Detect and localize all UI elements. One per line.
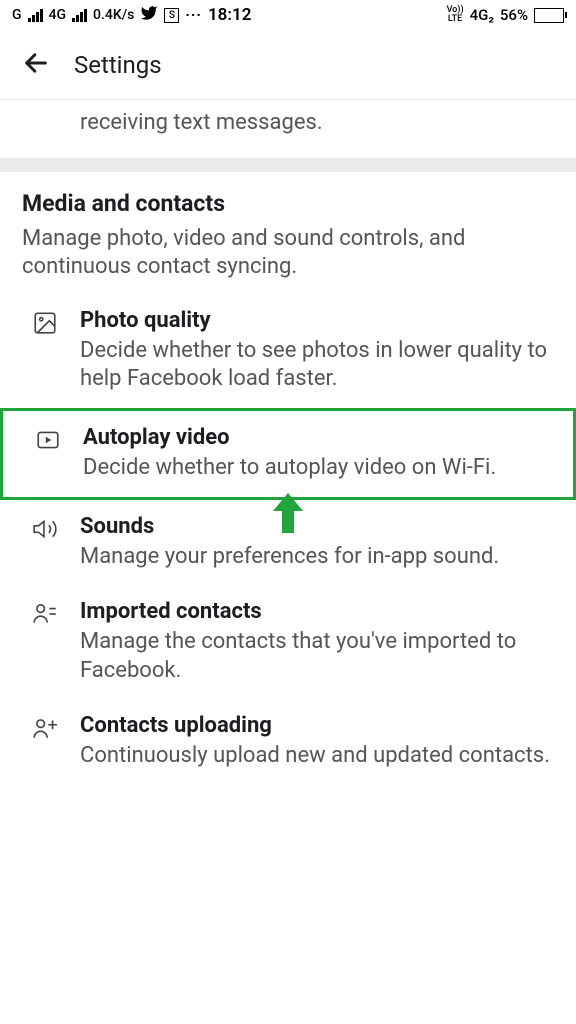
- speaker-icon: [32, 514, 62, 546]
- page-title: Settings: [74, 51, 162, 79]
- partial-text: receiving text messages.: [80, 110, 323, 135]
- section-description: Manage photo, video and sound controls, …: [22, 225, 554, 282]
- clock-label: 18:12: [208, 5, 251, 25]
- row-description: Decide whether to see photos in lower qu…: [80, 337, 554, 394]
- row-description: Manage your preferences for in-app sound…: [80, 543, 554, 572]
- row-title: Contacts uploading: [80, 713, 554, 738]
- signal-bars-icon-2: [72, 9, 87, 22]
- section-divider: [0, 158, 576, 172]
- status-right: Vo)) LTE 4G₂ 56%: [447, 6, 564, 24]
- row-description: Decide whether to autoplay video on Wi-F…: [83, 454, 551, 483]
- row-description: Continuously upload new and updated cont…: [80, 742, 554, 771]
- row-description: Manage the contacts that you've imported…: [80, 628, 554, 685]
- setting-row-contacts-uploading[interactable]: Contacts uploading Continuously upload n…: [22, 699, 554, 785]
- twitter-icon: [140, 4, 158, 26]
- network-label-2: 4G: [49, 7, 67, 23]
- row-title: Photo quality: [80, 308, 554, 333]
- row-title: Sounds: [80, 514, 554, 539]
- s-indicator-icon: S: [164, 8, 179, 23]
- partial-previous-item[interactable]: receiving text messages.: [0, 100, 576, 158]
- back-arrow-icon[interactable]: [22, 49, 50, 81]
- battery-icon: [534, 8, 564, 23]
- contacts-list-icon: [32, 599, 62, 631]
- highlight-arrow-icon: [271, 493, 305, 537]
- more-indicator-icon: ···: [185, 6, 202, 24]
- section-title: Media and contacts: [22, 190, 554, 217]
- battery-percent-label: 56%: [500, 6, 528, 24]
- volte-icon: Vo)) LTE: [447, 6, 464, 24]
- setting-row-photo-quality[interactable]: Photo quality Decide whether to see phot…: [22, 294, 554, 408]
- setting-row-autoplay-video[interactable]: Autoplay video Decide whether to autopla…: [0, 408, 576, 500]
- row-title: Imported contacts: [80, 599, 554, 624]
- data-speed-label: 0.4K/s: [93, 7, 134, 23]
- status-left: G 4G 0.4K/s S ··· 18:12: [12, 4, 251, 26]
- video-play-icon: [35, 425, 65, 457]
- media-contacts-section: Media and contacts Manage photo, video a…: [0, 172, 576, 795]
- status-bar: G 4G 0.4K/s S ··· 18:12 Vo)) LTE 4G₂ 56%: [0, 0, 576, 30]
- signal-bars-icon: [28, 9, 43, 22]
- photo-icon: [32, 308, 62, 340]
- network-label-3: 4G₂: [470, 6, 494, 24]
- setting-row-imported-contacts[interactable]: Imported contacts Manage the contacts th…: [22, 585, 554, 699]
- volte-bottom: LTE: [448, 14, 462, 24]
- row-title: Autoplay video: [83, 425, 551, 450]
- contacts-add-icon: [32, 713, 62, 745]
- app-header: Settings: [0, 30, 576, 100]
- network-label-1: G: [12, 7, 22, 23]
